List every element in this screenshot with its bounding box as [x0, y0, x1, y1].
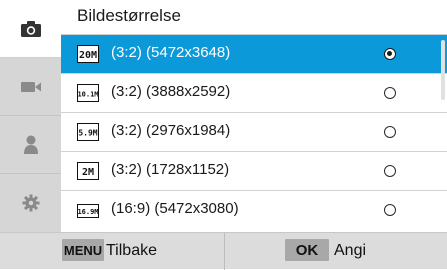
image-size-2m-icon: 2M: [77, 162, 99, 180]
page-title: Bildestørrelse: [77, 6, 181, 25]
gear-icon: [22, 194, 39, 212]
menu-key-badge[interactable]: MENU: [62, 239, 104, 261]
svg-text:20M: 20M: [79, 50, 97, 61]
list-item[interactable]: 5.9M (3:2) (2976x1984): [61, 113, 447, 152]
svg-text:16.9M: 16.9M: [77, 208, 98, 216]
ok-key-badge[interactable]: OK: [285, 239, 329, 261]
radio-selected[interactable]: [384, 48, 396, 60]
image-size-16-9-icon: 16.9M: [77, 204, 99, 218]
list-item-label: (3:2) (5472x3648): [111, 44, 231, 61]
list-item-label: (16:9) (5472x3080): [111, 200, 239, 217]
camera-icon: [20, 20, 41, 37]
svg-text:5.9M: 5.9M: [78, 129, 97, 138]
radio-unselected[interactable]: [384, 126, 396, 138]
svg-text:10.1M: 10.1M: [77, 91, 98, 99]
radio-unselected[interactable]: [384, 165, 396, 177]
tab-setup[interactable]: [0, 174, 61, 232]
video-icon: [20, 81, 41, 92]
settings-sidebar: [0, 0, 61, 232]
image-size-10m-icon: 10.1M: [77, 84, 99, 102]
image-size-20m-icon: 20M: [77, 45, 99, 63]
set-label: Angi: [334, 242, 367, 259]
list-item[interactable]: 2M (3:2) (1728x1152): [61, 152, 447, 191]
svg-text:2M: 2M: [82, 167, 94, 178]
scrollbar[interactable]: [441, 40, 445, 100]
footer-divider: [224, 233, 225, 270]
list-item-label: (3:2) (1728x1152): [111, 161, 230, 178]
image-size-list: 20M (3:2) (5472x3648) 10.1M (3:2) (3888x…: [61, 35, 447, 232]
image-size-menu-screen: Bildestørrelse 20M (3:2) (5472x3648) 10.…: [0, 0, 447, 270]
person-icon: [23, 135, 38, 154]
radio-unselected[interactable]: [384, 87, 396, 99]
image-size-5m-icon: 5.9M: [77, 123, 99, 141]
list-item[interactable]: 10.1M (3:2) (3888x2592): [61, 74, 447, 113]
button-guide-bar: MENU Tilbake OK Angi: [0, 232, 447, 270]
tab-photo[interactable]: [0, 0, 61, 58]
menu-header: Bildestørrelse: [61, 0, 447, 35]
list-item-label: (3:2) (2976x1984): [111, 122, 231, 139]
list-item[interactable]: 16.9M (16:9) (5472x3080): [61, 191, 447, 230]
back-label: Tilbake: [106, 242, 157, 259]
list-item[interactable]: 20M (3:2) (5472x3648): [61, 35, 447, 74]
radio-unselected[interactable]: [384, 204, 396, 216]
list-item-label: (3:2) (3888x2592): [111, 83, 231, 100]
tab-user[interactable]: [0, 116, 61, 174]
tab-video[interactable]: [0, 58, 61, 116]
